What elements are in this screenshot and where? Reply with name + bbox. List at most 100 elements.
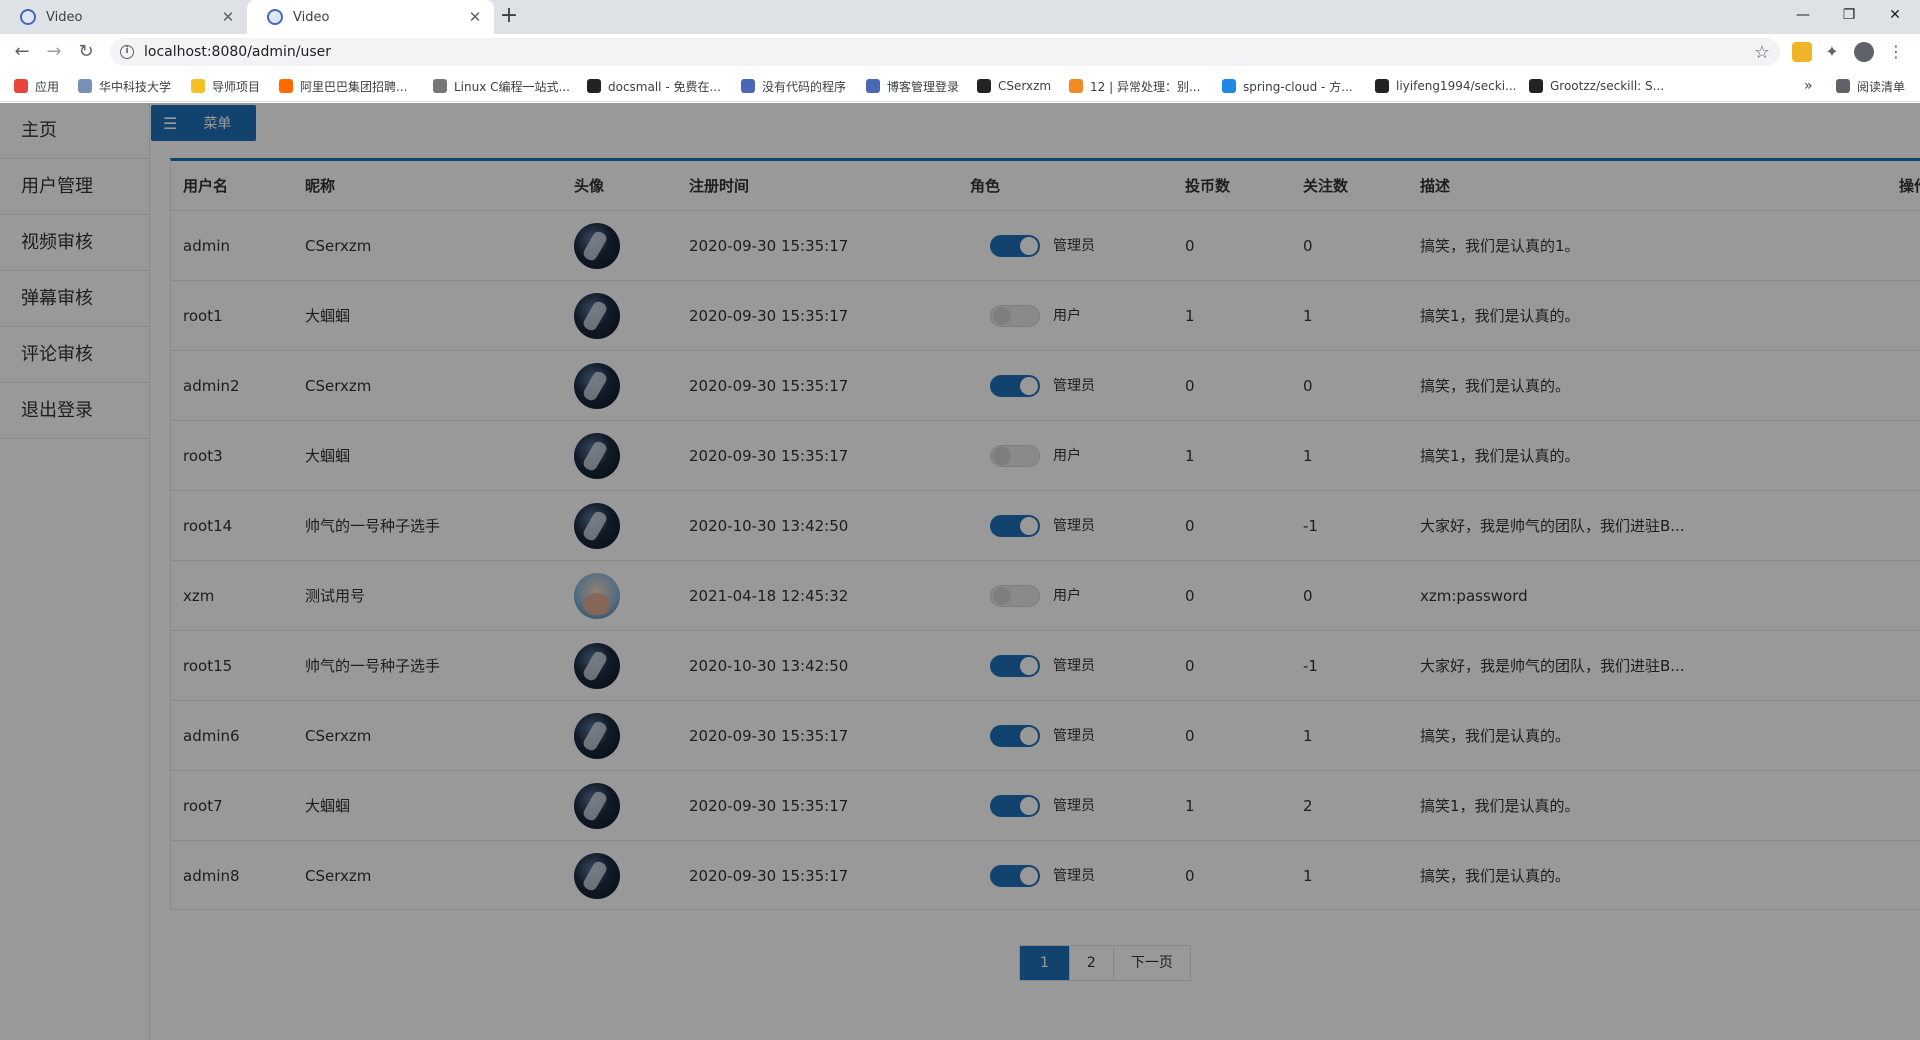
toggle-knob (993, 307, 1011, 325)
page-2-button[interactable]: 2 (1069, 946, 1114, 980)
cell-follows: 1 (1303, 727, 1313, 745)
sidebar-item-video-review[interactable]: 视频审核 (0, 215, 149, 271)
forward-arrow-icon[interactable]: → (42, 40, 66, 64)
cell-username: admin2 (183, 377, 240, 395)
cell-follows: 1 (1303, 867, 1313, 885)
sidebar-item-users[interactable]: 用户管理 (0, 159, 149, 215)
avatar (574, 503, 620, 549)
sidebar-item-home[interactable]: 主页 (0, 103, 149, 159)
admin-role-toggle[interactable] (990, 795, 1040, 817)
bookmark-item[interactable]: Grootzz/seckill: S... (1529, 70, 1664, 102)
window-close-icon[interactable]: ✕ (1872, 0, 1918, 30)
cell-role: 管理员 (1053, 658, 1095, 674)
cell-registered: 2020-09-30 15:35:17 (689, 307, 849, 325)
bookmark-item[interactable]: liyifeng1994/secki... (1375, 70, 1516, 102)
sidebar-item-danmaku-review[interactable]: 弹幕审核 (0, 271, 149, 327)
bookmark-folder[interactable]: 导师项目 (191, 70, 260, 102)
address-url[interactable]: localhost:8080/admin/user (144, 44, 1754, 60)
cell-description: 搞笑，我们是认真的1。 (1420, 237, 1580, 255)
admin-role-toggle[interactable] (990, 585, 1040, 607)
close-tab-icon[interactable]: ✕ (466, 8, 484, 26)
sidebar: 主页 用户管理 视频审核 弹幕审核 评论审核 退出登录 (0, 103, 150, 1040)
bookmark-item[interactable]: CSerxzm (977, 70, 1051, 102)
admin-role-toggle[interactable] (990, 445, 1040, 467)
admin-role-toggle[interactable] (990, 515, 1040, 537)
browser-tab-active[interactable]: Video ✕ (247, 0, 494, 34)
folder-icon (191, 79, 205, 93)
bookmark-apps[interactable]: 应用 (14, 70, 59, 102)
cell-description: 搞笑，我们是认真的。 (1420, 867, 1571, 885)
menu-toggle-button[interactable]: ☰ 菜单 (151, 105, 256, 141)
sidebar-item-comment-review[interactable]: 评论审核 (0, 327, 149, 383)
cell-nickname: CSerxzm (305, 377, 372, 395)
bookmark-item[interactable]: 阿里巴巴集团招聘... (279, 70, 407, 102)
page-1-button[interactable]: 1 (1020, 946, 1070, 980)
browser-tab[interactable]: Video ✕ (0, 0, 247, 34)
cell-follows: 0 (1303, 587, 1313, 605)
tab-strip: Video ✕ Video ✕ + — ❐ ✕ (0, 0, 1920, 34)
cell-nickname: 测试用号 (305, 587, 366, 605)
avatar (574, 783, 620, 829)
apps-grid-icon (14, 79, 28, 93)
admin-role-toggle[interactable] (990, 375, 1040, 397)
cell-follows: -1 (1303, 517, 1318, 535)
bookmark-item[interactable]: docsmall - 免费在... (587, 70, 721, 102)
address-bar[interactable]: i localhost:8080/admin/user ☆ (110, 38, 1780, 66)
avatar (574, 853, 620, 899)
bookmark-item[interactable]: Linux C编程一站式... (433, 70, 570, 102)
next-page-button[interactable]: 下一页 (1113, 946, 1190, 980)
user-table: 用户名 昵称 头像 注册时间 角色 投币数 关注数 描述 操作 admin CSe… (170, 158, 1920, 910)
bookmark-favicon-icon (1069, 79, 1083, 93)
admin-role-toggle[interactable] (990, 865, 1040, 887)
toggle-knob (1020, 237, 1038, 255)
back-arrow-icon[interactable]: ← (10, 40, 34, 64)
table-row: admin8 CSerxzm 2020-09-30 15:35:17 管理员 0 1 搞笑，… (171, 841, 1920, 911)
cell-follows: 1 (1303, 447, 1313, 465)
avatar (574, 363, 620, 409)
bookmark-star-icon[interactable]: ☆ (1754, 42, 1770, 63)
admin-role-toggle[interactable] (990, 725, 1040, 747)
new-tab-button[interactable]: + (496, 4, 522, 30)
sidebar-item-logout[interactable]: 退出登录 (0, 383, 149, 439)
restore-icon[interactable]: ❐ (1826, 0, 1872, 30)
site-favicon-icon (20, 9, 36, 25)
more-bookmarks-icon[interactable]: » (1804, 70, 1813, 102)
cell-registered: 2020-10-30 13:42:50 (689, 517, 849, 535)
avatar (574, 713, 620, 759)
extensions-puzzle-icon[interactable]: ✦ (1822, 42, 1842, 62)
col-username: 用户名 (183, 177, 229, 195)
profile-avatar-icon[interactable] (1854, 42, 1874, 62)
reading-list[interactable]: 阅读清单 (1836, 70, 1905, 102)
browser-toolbar: ← → ↻ i localhost:8080/admin/user ☆ ✦ ⋮ (0, 34, 1920, 70)
cell-username: root1 (183, 307, 223, 325)
avatar (574, 293, 620, 339)
bookmark-item[interactable]: 12 | 异常处理：别... (1069, 70, 1200, 102)
reload-icon[interactable]: ↻ (74, 40, 98, 64)
cell-coins: 0 (1185, 867, 1195, 885)
more-menu-icon[interactable]: ⋮ (1886, 42, 1906, 62)
cell-description: 搞笑，我们是认真的。 (1420, 377, 1571, 395)
toggle-knob (1020, 517, 1038, 535)
cell-coins: 0 (1185, 517, 1195, 535)
minimize-icon[interactable]: — (1780, 0, 1826, 30)
table-header: 用户名 昵称 头像 注册时间 角色 投币数 关注数 描述 操作 (171, 161, 1920, 211)
bookmark-favicon-icon (741, 79, 755, 93)
cell-coins: 0 (1185, 657, 1195, 675)
bookmark-item[interactable]: 博客管理登录 (866, 70, 959, 102)
cell-coins: 1 (1185, 307, 1195, 325)
bookmark-item[interactable]: spring-cloud - 方... (1222, 70, 1353, 102)
cell-registered: 2020-10-30 13:42:50 (689, 657, 849, 675)
admin-role-toggle[interactable] (990, 655, 1040, 677)
cell-description: 搞笑，我们是认真的。 (1420, 727, 1571, 745)
toggle-knob (1020, 727, 1038, 745)
admin-role-toggle[interactable] (990, 235, 1040, 257)
bookmarks-bar: 应用 华中科技大学 导师项目 阿里巴巴集团招聘... Linux C编程一站式.… (0, 70, 1920, 102)
bookmark-item[interactable]: 华中科技大学 (78, 70, 171, 102)
cell-username: admin6 (183, 727, 240, 745)
col-avatar: 头像 (574, 177, 605, 195)
site-info-icon[interactable]: i (120, 45, 134, 59)
bookmark-item[interactable]: 没有代码的程序 (741, 70, 846, 102)
admin-role-toggle[interactable] (990, 305, 1040, 327)
close-tab-icon[interactable]: ✕ (219, 8, 237, 26)
extension-shield-icon[interactable] (1792, 42, 1812, 62)
